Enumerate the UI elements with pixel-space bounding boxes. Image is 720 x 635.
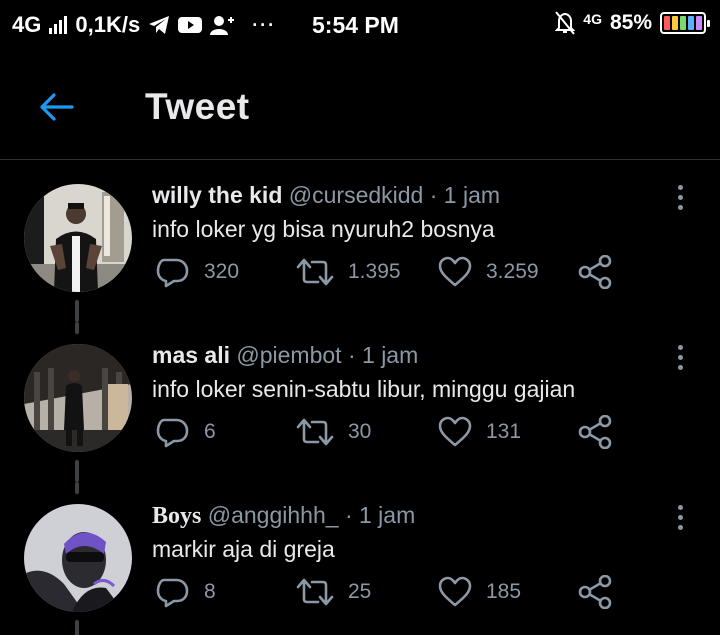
battery-percent: 85% xyxy=(609,11,652,34)
more-notifications-indicator: ··· xyxy=(252,14,277,35)
reply-button[interactable]: 8 xyxy=(156,572,216,612)
reply-count: 6 xyxy=(204,420,216,443)
display-name[interactable]: willy the kid xyxy=(152,182,282,208)
avatar[interactable] xyxy=(24,184,132,292)
reply-button[interactable]: 320 xyxy=(156,252,239,292)
back-arrow-icon xyxy=(40,93,74,121)
share-icon xyxy=(578,575,612,609)
avatar[interactable] xyxy=(24,504,132,612)
network-type-right: 4G xyxy=(583,11,602,27)
reply-button[interactable]: 6 xyxy=(156,412,216,452)
like-count: 131 xyxy=(486,420,522,443)
like-count: 3.259 xyxy=(486,260,539,283)
share-button[interactable] xyxy=(578,252,612,292)
tweet-text: info loker senin-sabtu libur, minggu gaj… xyxy=(152,376,576,402)
more-options-button[interactable] xyxy=(668,502,692,532)
tweet[interactable]: willy the kid @cursedkidd · 1 jam info l… xyxy=(0,162,720,322)
thread-connector-line xyxy=(75,300,79,322)
tweet-actions: 8 25 185 xyxy=(152,572,622,612)
battery-icon xyxy=(660,12,710,34)
like-button[interactable]: 131 xyxy=(438,412,521,452)
reply-icon xyxy=(156,418,189,448)
tweet-header: mas ali @piembot · 1 jam xyxy=(152,342,418,369)
tweet[interactable]: Boys @anggihhh_ · 1 jam markir aja di gr… xyxy=(0,482,720,635)
mute-bell-icon xyxy=(555,11,576,35)
retweet-count: 25 xyxy=(348,580,372,603)
user-handle[interactable]: @piembot xyxy=(236,342,341,368)
add-user-icon xyxy=(210,15,236,35)
tweet-actions: 6 30 131 xyxy=(152,412,622,452)
page-title: Tweet xyxy=(145,86,250,127)
tweet-header: Boys @anggihhh_ · 1 jam xyxy=(152,502,415,530)
share-button[interactable] xyxy=(578,412,612,452)
reply-icon xyxy=(156,258,189,288)
retweet-count: 30 xyxy=(348,420,372,443)
more-options-button[interactable] xyxy=(668,182,692,212)
reply-count: 8 xyxy=(204,580,216,603)
user-handle[interactable]: @anggihhh_ xyxy=(208,502,339,528)
retweet-button[interactable]: 1.395 xyxy=(296,252,401,292)
share-icon xyxy=(578,415,612,449)
reply-count: 320 xyxy=(204,260,240,283)
tweet-text: markir aja di greja xyxy=(152,536,335,562)
retweet-icon xyxy=(296,258,334,286)
tweet-header: willy the kid @cursedkidd · 1 jam xyxy=(152,182,500,209)
display-name[interactable]: mas ali xyxy=(152,342,230,368)
status-bar: 4G 0,1K/s ··· 5:54 PM 4G 85% xyxy=(0,0,720,54)
heart-icon xyxy=(438,256,472,287)
signal-icon xyxy=(49,16,68,34)
tweet-actions: 320 1.395 3.259 xyxy=(152,252,622,292)
user-handle[interactable]: @cursedkidd xyxy=(289,182,424,208)
tweet-text: info loker yg bisa nyuruh2 bosnya xyxy=(152,216,495,242)
reply-icon xyxy=(156,578,189,608)
tweet[interactable]: mas ali @piembot · 1 jam info loker seni… xyxy=(0,322,720,482)
network-type: 4G xyxy=(12,12,42,37)
like-count: 185 xyxy=(486,580,522,603)
status-bar-right: 4G 85% xyxy=(555,11,710,35)
thread-connector-line xyxy=(75,460,79,482)
tweet-time: · 1 jam xyxy=(347,342,419,368)
more-options-button[interactable] xyxy=(668,342,692,372)
display-name[interactable]: Boys xyxy=(152,503,201,529)
tweet-time: · 1 jam xyxy=(344,502,416,528)
youtube-icon xyxy=(178,16,203,34)
thread-connector-line xyxy=(75,482,79,494)
top-app-bar: Tweet xyxy=(0,70,720,160)
retweet-icon xyxy=(296,418,334,446)
like-button[interactable]: 185 xyxy=(438,572,521,612)
like-button[interactable]: 3.259 xyxy=(438,252,539,292)
heart-icon xyxy=(438,576,472,607)
avatar[interactable] xyxy=(24,344,132,452)
status-bar-left: 4G 0,1K/s ··· xyxy=(12,12,276,38)
retweet-button[interactable]: 30 xyxy=(296,412,371,452)
retweet-icon xyxy=(296,578,334,606)
telegram-icon xyxy=(148,15,170,35)
heart-icon xyxy=(438,416,472,447)
share-icon xyxy=(578,255,612,289)
network-speed: 0,1K/s xyxy=(75,12,141,37)
retweet-button[interactable]: 25 xyxy=(296,572,371,612)
clock: 5:54 PM xyxy=(312,12,399,38)
tweet-time: · 1 jam xyxy=(429,182,501,208)
back-button[interactable] xyxy=(36,87,76,127)
retweet-count: 1.395 xyxy=(348,260,401,283)
thread-connector-line xyxy=(75,620,79,635)
share-button[interactable] xyxy=(578,572,612,612)
thread-connector-line xyxy=(75,322,79,334)
